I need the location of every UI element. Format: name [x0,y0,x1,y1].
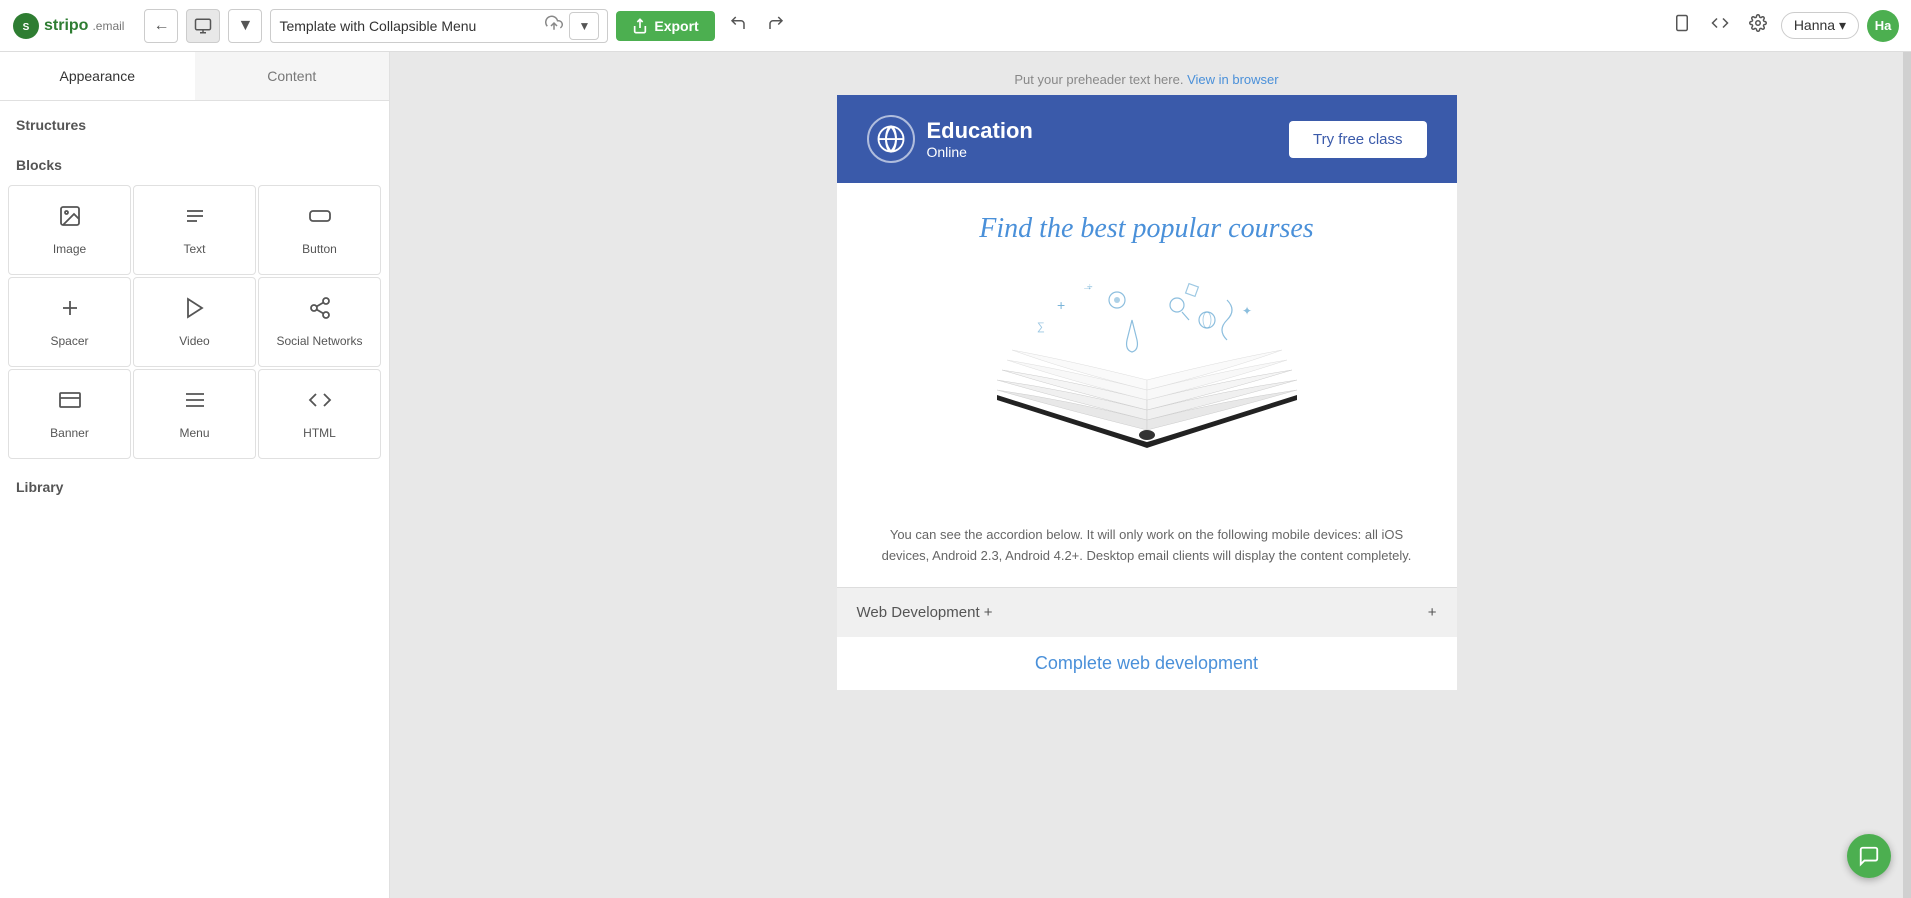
code-icon [1711,14,1729,32]
logo-dot-email: .email [92,19,124,33]
structures-section-title: Structures [0,101,389,141]
block-button[interactable]: Button [258,185,381,275]
library-section-title: Library [0,463,389,503]
view-in-browser-link[interactable]: View in browser [1187,72,1279,87]
block-banner[interactable]: Banner [8,369,131,459]
logo-label: stripo [44,17,88,35]
preheader-bar: Put your preheader text here. View in br… [837,72,1457,87]
block-video[interactable]: Video [133,277,256,367]
svg-text:✦: ✦ [1242,304,1252,318]
accordion-item-web-dev[interactable]: Web Development + + [837,587,1457,637]
blocks-grid: Image Text Button Space [0,181,389,463]
svg-text:+: + [1057,297,1065,313]
book-illustration: + ÷ ∑ [977,265,1317,475]
scrollbar[interactable] [1903,52,1911,898]
button-label: Button [302,242,337,256]
video-icon [183,296,207,326]
logo: S stripo .email [12,12,124,40]
video-label: Video [179,334,209,348]
export-button[interactable]: Export [616,11,714,41]
code-editor-button[interactable] [1705,8,1735,43]
email-hero: Find the best popular courses [837,183,1457,515]
menu-label: Menu [179,426,209,440]
spacer-label: Spacer [50,334,88,348]
mobile-icon [1673,14,1691,32]
block-menu[interactable]: Menu [133,369,256,459]
svg-text:S: S [23,22,30,33]
accordion-chevron-icon: + [1428,604,1437,621]
export-icon [632,18,648,34]
mobile-view-button[interactable] [1667,8,1697,43]
desktop-view-button[interactable] [186,9,220,43]
svg-text:∑: ∑ [1037,321,1045,333]
spacer-icon [58,296,82,326]
main-area: Appearance Content Structures Blocks Ima… [0,52,1911,898]
try-free-class-button[interactable]: Try free class [1289,121,1426,158]
menu-icon [183,388,207,418]
complete-web-dev-title: Complete web development [837,637,1457,690]
banner-icon [58,388,82,418]
image-icon [58,204,82,234]
block-image[interactable]: Image [8,185,131,275]
banner-label: Banner [50,426,89,440]
image-label: Image [53,242,86,256]
email-container: Education Online Try free class Find the… [837,95,1457,690]
panel-tabs: Appearance Content [0,52,389,101]
canvas-area[interactable]: Put your preheader text here. View in br… [390,52,1903,898]
dropdown-button[interactable]: ▼ [228,9,262,43]
topbar: S stripo .email ← ▼ ▼ Export Hanna ▾ [0,0,1911,52]
redo-button[interactable] [761,8,791,43]
block-spacer[interactable]: Spacer [8,277,131,367]
undo-button[interactable] [723,8,753,43]
book-svg: + ÷ ∑ [977,265,1317,475]
undo-icon [729,14,747,32]
upload-button[interactable] [545,14,563,37]
html-label: HTML [303,426,336,440]
text-label: Text [183,242,205,256]
settings-icon [1749,14,1767,32]
redo-icon [767,14,785,32]
back-button[interactable]: ← [144,9,178,43]
header-title: Education Online [927,118,1033,160]
email-description: You can see the accordion below. It will… [837,515,1457,587]
stripo-logo-icon: S [12,12,40,40]
globe-svg [876,124,906,154]
user-menu-button[interactable]: Hanna ▾ [1781,12,1859,39]
avatar: Ha [1867,10,1899,42]
html-icon [308,388,332,418]
tab-appearance[interactable]: Appearance [0,52,195,100]
header-logo: Education Online [867,115,1033,163]
social-icon [308,296,332,326]
settings-button[interactable] [1743,8,1773,43]
left-panel: Appearance Content Structures Blocks Ima… [0,52,390,898]
chat-icon [1858,845,1880,867]
svg-text:→: → [1082,281,1093,293]
social-networks-label: Social Networks [276,334,362,348]
blocks-section-title: Blocks [0,141,389,181]
template-name-field: ▼ [270,9,608,43]
desktop-icon [194,17,212,35]
block-html[interactable]: HTML [258,369,381,459]
accordion-section: Web Development + + [837,587,1457,637]
block-social-networks[interactable]: Social Networks [258,277,381,367]
tab-content[interactable]: Content [195,52,390,100]
text-icon [183,204,207,234]
hero-tagline: Find the best popular courses [857,213,1437,245]
template-name-input[interactable] [279,18,539,34]
globe-icon [867,115,915,163]
template-dropdown-button[interactable]: ▼ [569,12,599,40]
block-text[interactable]: Text [133,185,256,275]
upload-icon [545,14,563,32]
email-header: Education Online Try free class [837,95,1457,183]
chat-bubble-button[interactable] [1847,834,1891,878]
button-icon [308,204,332,234]
